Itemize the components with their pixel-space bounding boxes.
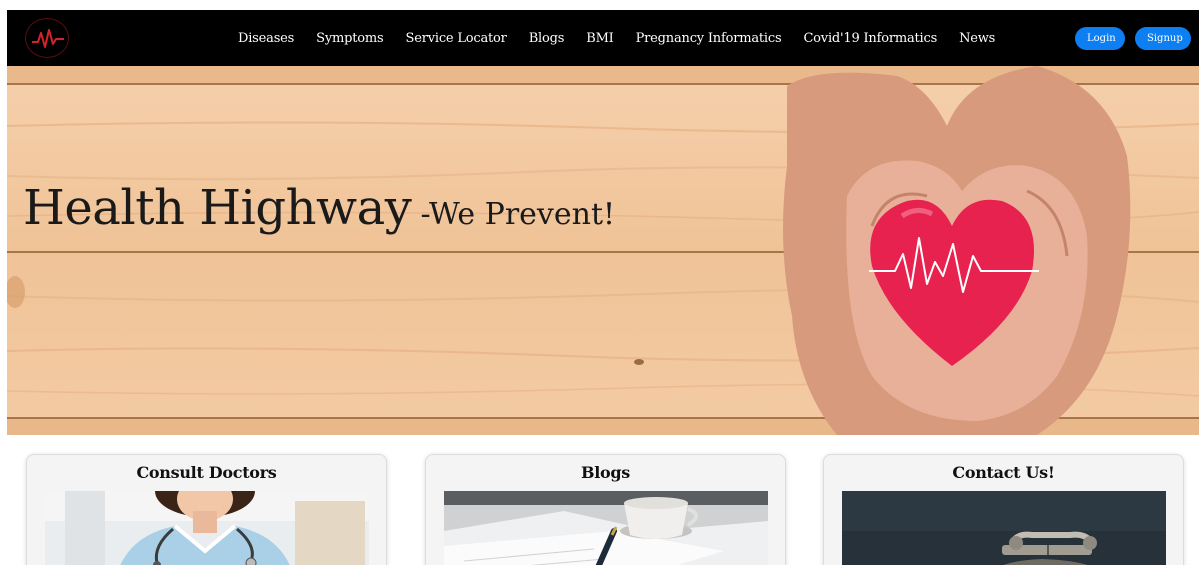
- consult-doctors-card[interactable]: Consult Doctors: [26, 454, 387, 565]
- login-button[interactable]: Login: [1075, 27, 1125, 50]
- nav-link-pregnancy-informatics[interactable]: Pregnancy Informatics: [636, 31, 782, 46]
- card-title: Blogs: [581, 463, 630, 482]
- nav-links: Diseases Symptoms Service Locator Blogs …: [238, 10, 1017, 66]
- nav-link-blogs[interactable]: Blogs: [529, 31, 565, 46]
- hands-holding-heart-image: [783, 66, 1131, 435]
- writing-desk-photo[interactable]: [444, 491, 768, 565]
- nav-link-news[interactable]: News: [959, 31, 995, 46]
- heartbeat-logo-icon[interactable]: [25, 18, 69, 58]
- nav-link-symptoms[interactable]: Symptoms: [316, 31, 384, 46]
- nav-link-service-locator[interactable]: Service Locator: [406, 31, 507, 46]
- navbar: Diseases Symptoms Service Locator Blogs …: [7, 10, 1199, 66]
- auth-buttons: Login Signup: [1075, 27, 1191, 50]
- hero-banner: Health Highway -We Prevent!: [7, 66, 1199, 435]
- blogs-card[interactable]: Blogs: [425, 454, 786, 565]
- hero-heading: Health Highway -We Prevent!: [23, 184, 615, 232]
- nav-link-diseases[interactable]: Diseases: [238, 31, 294, 46]
- contact-us-card[interactable]: Contact Us!: [823, 454, 1184, 565]
- nav-link-covid-informatics[interactable]: Covid'19 Informatics: [803, 31, 937, 46]
- doctor-photo[interactable]: [45, 491, 369, 565]
- telephone-photo[interactable]: [842, 491, 1166, 565]
- nav-link-bmi[interactable]: BMI: [586, 31, 614, 46]
- signup-button[interactable]: Signup: [1135, 27, 1191, 50]
- card-title: Contact Us!: [952, 463, 1055, 482]
- card-title: Consult Doctors: [136, 463, 277, 482]
- hero-subtitle: -We Prevent!: [420, 197, 616, 232]
- hero-title: Health Highway: [23, 180, 412, 236]
